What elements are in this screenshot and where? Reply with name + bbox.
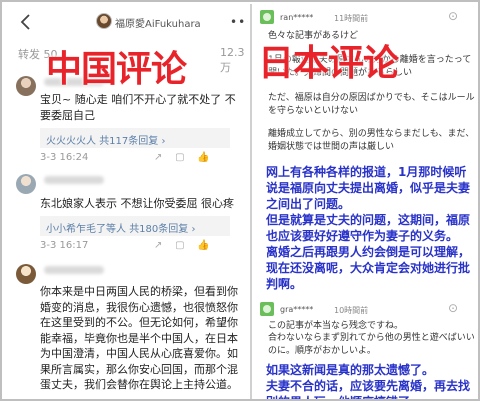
comment-user[interactable]: gra***** — [280, 305, 313, 314]
comment-user[interactable]: ran***** — [280, 13, 313, 22]
avatar[interactable] — [16, 174, 36, 194]
action-icons: ↗ ▢ 👍 — [154, 152, 210, 163]
share-icon[interactable]: ↗ — [154, 152, 162, 163]
jp-line: 合わないならまず別れてから他の男性と遊べばいいのに。順序がおかしいよ。 — [268, 333, 475, 356]
comment-icon[interactable]: ▢ — [175, 152, 184, 163]
user-name[interactable]: 福原愛AiFukuhara — [115, 15, 201, 30]
reply-user[interactable]: 小小希乍毛了等人 — [46, 224, 126, 235]
chevron-right-icon: › — [161, 136, 166, 147]
avatar — [260, 10, 274, 24]
action-icons: ↗ ▢ 👍 — [154, 240, 210, 251]
comment-time: 10時間前 — [334, 306, 369, 315]
avatar[interactable] — [16, 264, 36, 284]
blurred-username — [44, 266, 104, 274]
overlay-title-china: 中国评论 — [46, 49, 187, 90]
yahoo-comments-panel: ran***** 11時間前 ⊙ 色々な記事があるけど 1月の報道は夫の原さんの… — [250, 4, 478, 399]
reply-user[interactable]: 火火火火人 — [46, 136, 96, 147]
blurred-username — [44, 176, 104, 184]
zh-translation: 但是就算是丈夫的问题，这期间，福原也应该要好好遵守作为妻子的义务。 — [266, 213, 471, 243]
comment-text: 宝贝~ 随心走 咱们不开心了就不处了 不要委屈自己 — [40, 93, 236, 122]
avatar[interactable] — [96, 13, 112, 29]
zh-translation: 网上有各种各样的报道，1月那时候听说是福原向丈夫提出离婚，似乎是夫妻之间出了问题… — [266, 165, 471, 211]
reply-summary[interactable]: 火火火火人 共117条回复 › — [40, 128, 230, 148]
share-icon[interactable]: ↗ — [154, 240, 162, 251]
reply-count[interactable]: 共180条回复 — [129, 224, 188, 235]
report-icon[interactable]: ⊙ — [448, 9, 458, 23]
like-icon[interactable]: 👍 — [197, 152, 209, 163]
chevron-right-icon: › — [191, 224, 196, 235]
back-arrow-icon[interactable] — [18, 13, 34, 31]
comment-time: 11時間前 — [334, 14, 369, 23]
zh-translation: 离婚之后再跟男人约会倒是可以理解，现在还没离呢，大众肯定会对她进行批判啊。 — [266, 245, 471, 291]
reply-count[interactable]: 共117条回复 — [99, 136, 158, 147]
comment-header: ran***** 11時間前 ⊙ — [252, 4, 478, 24]
like-count[interactable]: 12.3万 — [220, 46, 248, 75]
zh-translation: 如果这新闻是真的那太遗憾了。 — [266, 363, 435, 377]
like-icon[interactable]: 👍 — [197, 240, 209, 251]
top-bar: 福原愛AiFukuhara ••• — [4, 4, 248, 40]
comment-text: 东北娘家人表示 不想让你受委屈 很心疼 — [40, 197, 234, 210]
comment-time: 3-3 16:17 — [40, 240, 89, 251]
jp-line: ただ、福原は自分の原因ばかりでも、そこはルールを守らないといけない — [268, 93, 475, 116]
comment-item: 你本来是中日两国人民的桥梁，但看到你婚变的消息，我很伤心遗憾，也很愤怒你在这里受… — [4, 262, 248, 399]
reply-summary[interactable]: 小小希乍毛了等人 共180条回复 › — [40, 216, 230, 236]
avatar[interactable] — [16, 76, 36, 96]
weibo-panel: 福原愛AiFukuhara ••• 转发 50 12.3万 宝贝~ 随心走 咱们… — [4, 4, 248, 399]
comment-header: gra***** 10時間前 ⊙ — [252, 296, 478, 316]
comment-item: 东北娘家人表示 不想让你受委屈 很心疼 小小希乍毛了等人 共180条回复 › 3… — [4, 172, 248, 252]
screenshot-collage: 福原愛AiFukuhara ••• 转发 50 12.3万 宝贝~ 随心走 咱们… — [0, 0, 480, 401]
avatar — [260, 302, 274, 316]
jp-line: 離婚成立してから、別の男性ならまだしも、まだ、婚姻状態では世間の声は厳しい — [268, 129, 475, 152]
overlay-title-japan: 日本评论 — [258, 43, 399, 84]
more-icon[interactable]: ••• — [230, 15, 248, 29]
zh-translation: 夫妻不合的话，应该要先离婚，再去找别的男人玩。他顺序搞错了。 — [266, 379, 471, 399]
comment-icon[interactable]: ▢ — [175, 240, 184, 251]
comment-time: 3-3 16:24 — [40, 152, 89, 163]
comment-text: 你本来是中日两国人民的桥梁，但看到你婚变的消息，我很伤心遗憾，也很愤怒你在这里受… — [40, 285, 238, 391]
report-icon[interactable]: ⊙ — [448, 301, 458, 315]
